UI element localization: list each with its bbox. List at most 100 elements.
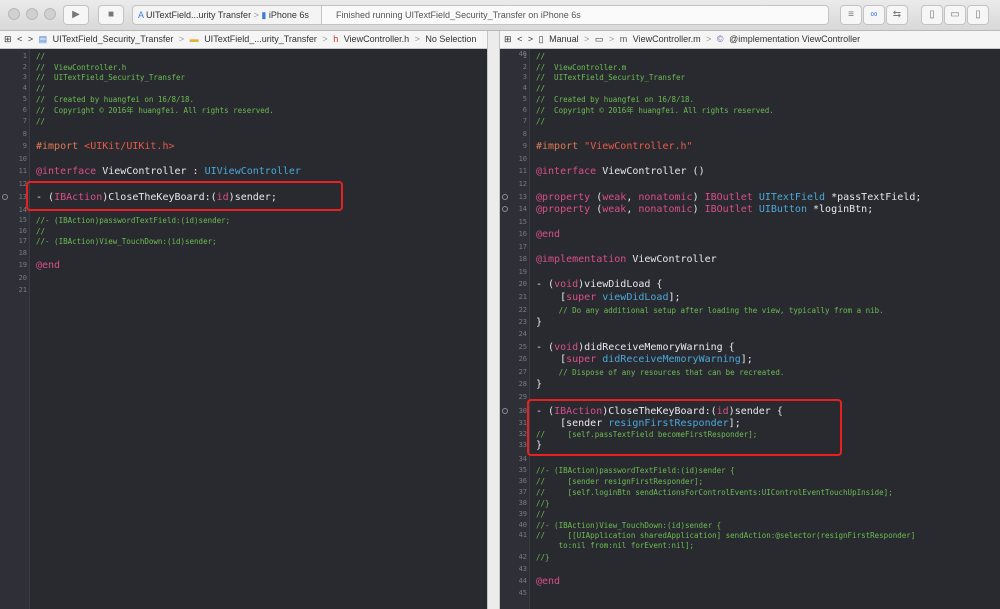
code-area[interactable]: 1//2// ViewController.h 3// UITextField_S…: [0, 49, 487, 609]
code-line[interactable]: 11 @interface ViewController : UIViewCont…: [0, 166, 487, 177]
code-token: "ViewController.h": [584, 141, 693, 152]
version-editor-button[interactable]: ⇆: [886, 5, 908, 25]
back-icon[interactable]: <: [517, 34, 522, 44]
scheme-selector[interactable]: A UITextField...urity Transfer > ▮ iPhon…: [132, 5, 322, 25]
code-line[interactable]: 4 //: [500, 83, 1000, 94]
code-line[interactable]: 19: [500, 267, 1000, 278]
code-line[interactable]: 26 [super didReceiveMemoryWarning];: [500, 354, 1000, 365]
jump-file[interactable]: ViewController.m: [633, 34, 701, 44]
jump-selection[interactable]: No Selection: [425, 34, 476, 44]
jump-mode[interactable]: Manual: [549, 34, 579, 44]
code-line[interactable]: 3 // UITextField_Security_Transfer: [0, 72, 487, 83]
code-line[interactable]: 43: [500, 564, 1000, 575]
debug-toggle-button[interactable]: ▭: [944, 5, 966, 25]
code-line[interactable]: 3 // UITextField_Security_Transfer: [500, 72, 1000, 83]
outlet-connection-icon[interactable]: [2, 194, 8, 200]
code-line[interactable]: 20: [0, 273, 487, 284]
code-line[interactable]: 10: [500, 154, 1000, 165]
code-line[interactable]: 45: [500, 588, 1000, 599]
assistant-editor-button[interactable]: ∞: [863, 5, 885, 25]
code-line[interactable]: 15: [500, 217, 1000, 228]
chevron-right-icon: >: [322, 34, 328, 44]
forward-icon[interactable]: >: [528, 34, 533, 44]
code-line[interactable]: 12: [500, 179, 1000, 190]
forward-icon[interactable]: >: [28, 34, 33, 44]
code-token: void: [554, 279, 579, 290]
code-line[interactable]: to:nil from:nil forEvent:nil];: [500, 540, 1000, 551]
code-text: @end: [36, 260, 60, 271]
code-line[interactable]: 27 // Dispose of any resources that can …: [500, 367, 1000, 378]
code-line[interactable]: 9 #import "ViewController.h": [500, 141, 1000, 152]
code-line[interactable]: 19 @end: [0, 260, 487, 271]
back-icon[interactable]: <: [17, 34, 22, 44]
outlet-connection-icon[interactable]: [502, 206, 508, 212]
code-line[interactable]: 7 //: [500, 116, 1000, 127]
code-line[interactable]: 18 @implementation ViewController: [500, 254, 1000, 265]
code-line[interactable]: 23}: [500, 317, 1000, 328]
navigator-toggle-button[interactable]: ▯: [921, 5, 943, 25]
stop-button[interactable]: ■: [98, 5, 124, 25]
code-area[interactable]: 1//2// ViewController.m 3// UITextField_S…: [500, 49, 1000, 609]
code-line[interactable]: 1 //: [0, 51, 487, 62]
related-items-icon[interactable]: ⊞: [504, 34, 512, 44]
code-line[interactable]: 13 @property (weak, nonatomic) IBOutlet U…: [500, 192, 1000, 203]
code-line[interactable]: 18: [0, 248, 487, 259]
run-button[interactable]: ▶: [63, 5, 89, 25]
code-line[interactable]: 36 // [sender resignFirstResponder];: [500, 476, 1000, 487]
code-line[interactable]: 21: [0, 285, 487, 296]
code-line[interactable]: 9 #import <UIKit/UIKit.h>: [0, 141, 487, 152]
code-text: @end: [536, 229, 560, 240]
code-line[interactable]: 37 // [self.loginBtn sendActionsForContro…: [500, 487, 1000, 498]
jump-group[interactable]: UITextField_...urity_Transfer: [204, 34, 317, 44]
jump-file[interactable]: ViewController.h: [344, 34, 409, 44]
code-line[interactable]: 4 //: [0, 83, 487, 94]
line-number: 9: [522, 142, 527, 150]
window-zoom-button[interactable]: [44, 8, 56, 20]
related-items-icon[interactable]: ⊞: [4, 34, 12, 44]
code-line[interactable]: 42 //}: [500, 552, 1000, 563]
right-code-editor[interactable]: 1//2// ViewController.m 3// UITextField_S…: [500, 49, 1000, 609]
project-icon: ▤: [38, 34, 48, 44]
code-line[interactable]: 15 //- (IBAction)passwordTextField:(id)se…: [0, 215, 487, 226]
code-line[interactable]: 5 // Created by huangfei on 16/8/18.: [500, 94, 1000, 105]
code-line[interactable]: 7 //: [0, 116, 487, 127]
code-line[interactable]: 6 // Copyright © 2016年 huangfei. All righ…: [0, 105, 487, 116]
code-line[interactable]: 28}: [500, 379, 1000, 390]
outlet-connection-icon[interactable]: [502, 408, 508, 414]
window-close-button[interactable]: [8, 8, 20, 20]
code-line[interactable]: 14 @property (weak, nonatomic) IBOutlet U…: [500, 204, 1000, 215]
jump-symbol[interactable]: @implementation ViewController: [729, 34, 860, 44]
outlet-connection-icon[interactable]: [502, 194, 508, 200]
editor-split-divider[interactable]: [487, 31, 500, 609]
standard-editor-button[interactable]: ≡: [840, 5, 862, 25]
code-line[interactable]: 35 //- (IBAction)passwordTextField:(id)se…: [500, 465, 1000, 476]
code-line[interactable]: 8: [500, 129, 1000, 140]
code-token: // [sender resignFirstResponder];: [536, 477, 704, 486]
code-token: // Created by huangfei on 16/8/18.: [536, 95, 695, 104]
left-code-editor[interactable]: 1//2// ViewController.h 3// UITextField_S…: [0, 49, 487, 609]
code-line[interactable]: 17 //- (IBAction)View_TouchDown:(id)sende…: [0, 236, 487, 247]
window-minimize-button[interactable]: [26, 8, 38, 20]
code-line[interactable]: 8: [0, 129, 487, 140]
code-line[interactable]: 24: [500, 329, 1000, 340]
jump-project[interactable]: UITextField_Security_Transfer: [53, 34, 174, 44]
utilities-toggle-button[interactable]: ▯: [967, 5, 989, 25]
code-line[interactable]: 6 // Copyright © 2016年 huangfei. All righ…: [500, 105, 1000, 116]
chevron-right-icon: >: [584, 34, 590, 44]
code-line[interactable]: 39 //: [500, 509, 1000, 520]
code-line[interactable]: 25 - (void)didReceiveMemoryWarning {: [500, 342, 1000, 353]
code-line[interactable]: 11 @interface ViewController (): [500, 166, 1000, 177]
code-line[interactable]: 5 // Created by huangfei on 16/8/18.: [0, 94, 487, 105]
code-line[interactable]: 16 @end: [500, 229, 1000, 240]
code-line[interactable]: 20 - (void)viewDidLoad {: [500, 279, 1000, 290]
code-line[interactable]: 44 @end: [500, 576, 1000, 587]
code-token: @property: [536, 204, 591, 215]
code-line[interactable]: 10: [0, 154, 487, 165]
line-number: 11: [518, 167, 527, 175]
code-line[interactable]: 46: [500, 49, 1000, 60]
code-line[interactable]: 21 [super viewDidLoad];: [500, 292, 1000, 303]
line-number: 3: [22, 73, 27, 81]
code-line[interactable]: 38 //}: [500, 498, 1000, 509]
code-line[interactable]: 22 // Do any additional setup after load…: [500, 305, 1000, 316]
code-line[interactable]: 17: [500, 242, 1000, 253]
